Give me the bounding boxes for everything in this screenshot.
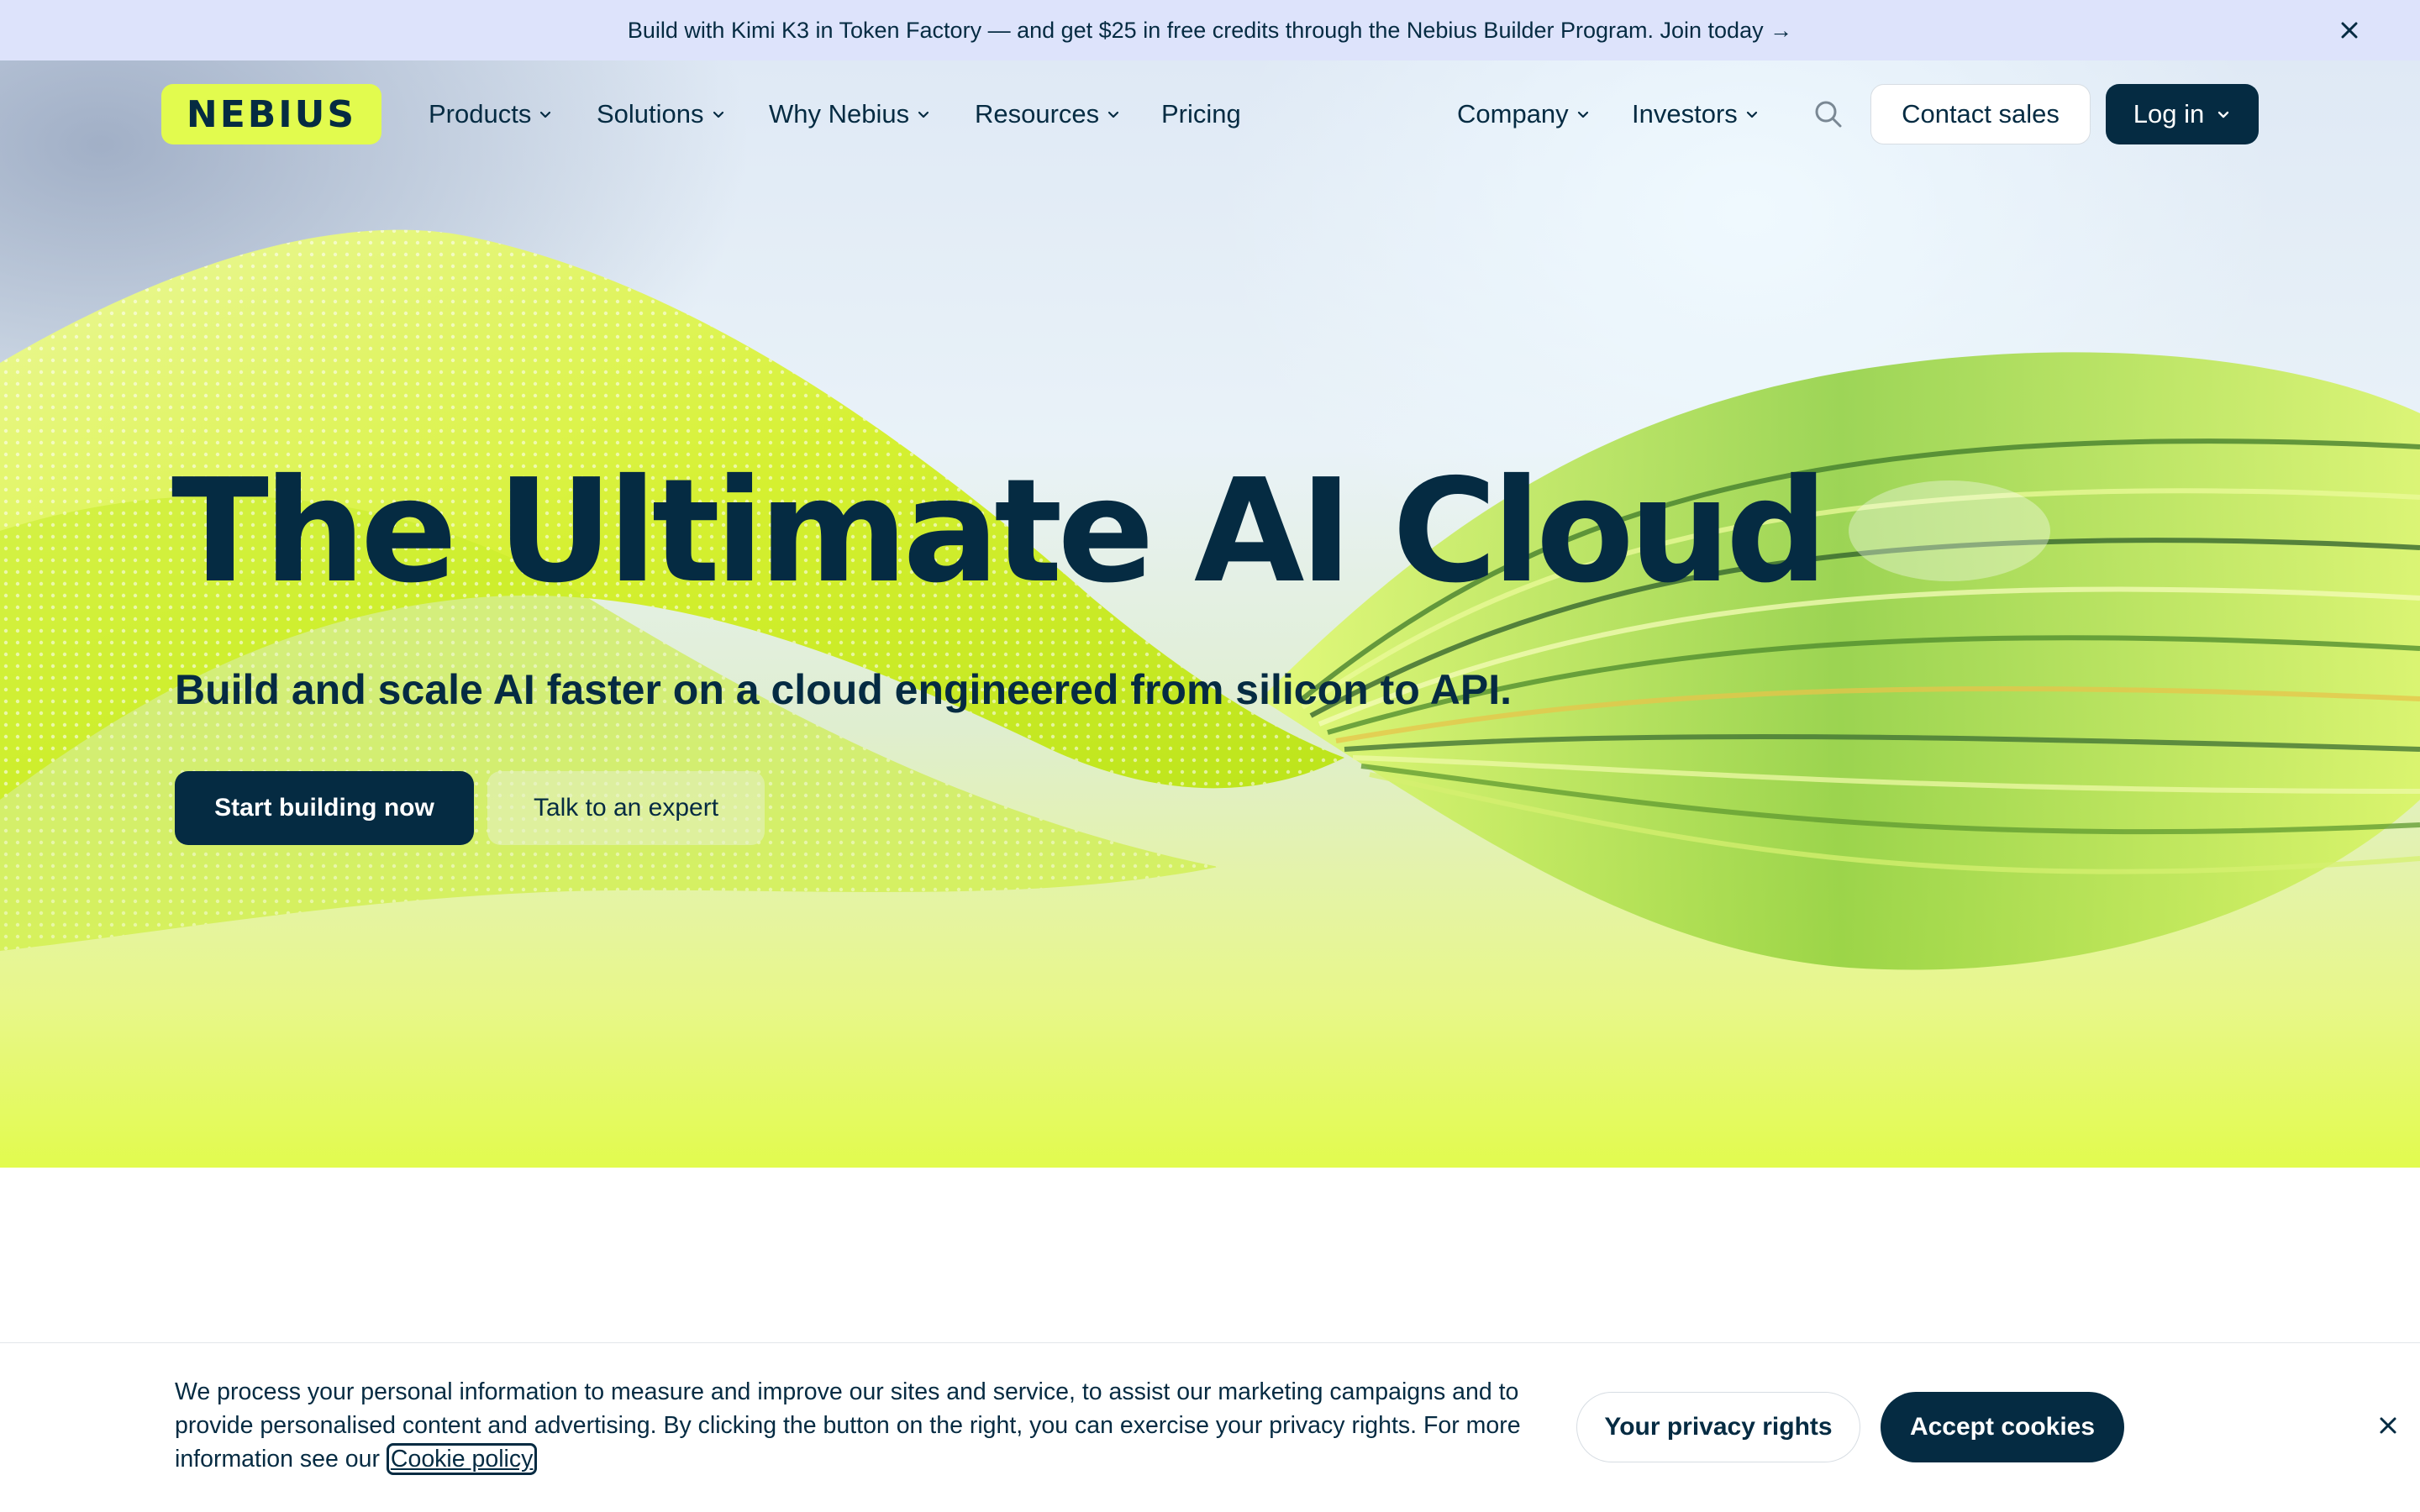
login-button[interactable]: Log in [2106,84,2259,144]
chevron-down-icon [1108,111,1119,118]
contact-sales-label: Contact sales [1902,99,2060,129]
nav-item-investors[interactable]: Investors [1632,94,1760,134]
nav-item-solutions[interactable]: Solutions [597,94,726,134]
accept-cookies-label: Accept cookies [1909,1413,2096,1441]
nav-item-label: Investors [1632,99,1738,129]
chevron-down-icon [1746,111,1757,118]
nav-item-why-nebius[interactable]: Why Nebius [769,94,931,134]
privacy-rights-label: Your privacy rights [1604,1413,1833,1441]
login-label: Log in [2133,99,2205,129]
privacy-rights-button[interactable]: Your privacy rights [1576,1392,1860,1462]
cookie-banner: We process your personal information to … [0,1342,2420,1512]
start-building-button[interactable]: Start building now [175,771,474,845]
main-nav: NEBIUS Products Solutions Why Nebius Res… [0,60,2420,168]
nav-item-label: Pricing [1161,99,1241,129]
hero-title: The Ultimate AI Cloud [171,449,1828,615]
nav-item-resources[interactable]: Resources [975,94,1121,134]
cookie-text-block: We process your personal information to … [175,1375,1536,1476]
nebius-logo[interactable]: NEBIUS [161,84,381,144]
chevron-down-icon [713,111,723,118]
hero-subtitle: Build and scale AI faster on a cloud eng… [175,666,1512,713]
close-icon[interactable] [2373,1410,2403,1441]
talk-to-expert-button[interactable]: Talk to an expert [487,771,765,845]
talk-to-expert-label: Talk to an expert [533,794,719,822]
nav-item-products[interactable]: Products [429,94,553,134]
nav-item-label: Company [1457,99,1569,129]
nav-item-company[interactable]: Company [1457,94,1591,134]
chevron-down-icon [540,111,551,118]
close-icon[interactable] [2334,15,2365,45]
chevron-down-icon [1577,111,1588,118]
logo-text: NEBIUS [186,92,357,136]
announcement-bar[interactable]: Build with Kimi K3 in Token Factory — an… [0,0,2420,60]
nav-item-label: Solutions [597,99,704,129]
cookie-policy-link[interactable]: Cookie policy [386,1443,538,1475]
chevron-down-icon [918,111,929,118]
contact-sales-button[interactable]: Contact sales [1870,84,2091,144]
cookie-text: We process your personal information to … [175,1378,1521,1473]
nav-item-label: Resources [975,99,1100,129]
nav-item-label: Products [429,99,532,129]
chevron-down-icon [2218,111,2229,118]
start-building-label: Start building now [214,794,434,822]
announcement-text[interactable]: Build with Kimi K3 in Token Factory — an… [628,18,1792,44]
nav-item-pricing[interactable]: Pricing [1161,94,1241,134]
accept-cookies-button[interactable]: Accept cookies [1881,1392,2124,1462]
nav-item-label: Why Nebius [769,99,910,129]
search-icon[interactable] [1812,97,1845,131]
